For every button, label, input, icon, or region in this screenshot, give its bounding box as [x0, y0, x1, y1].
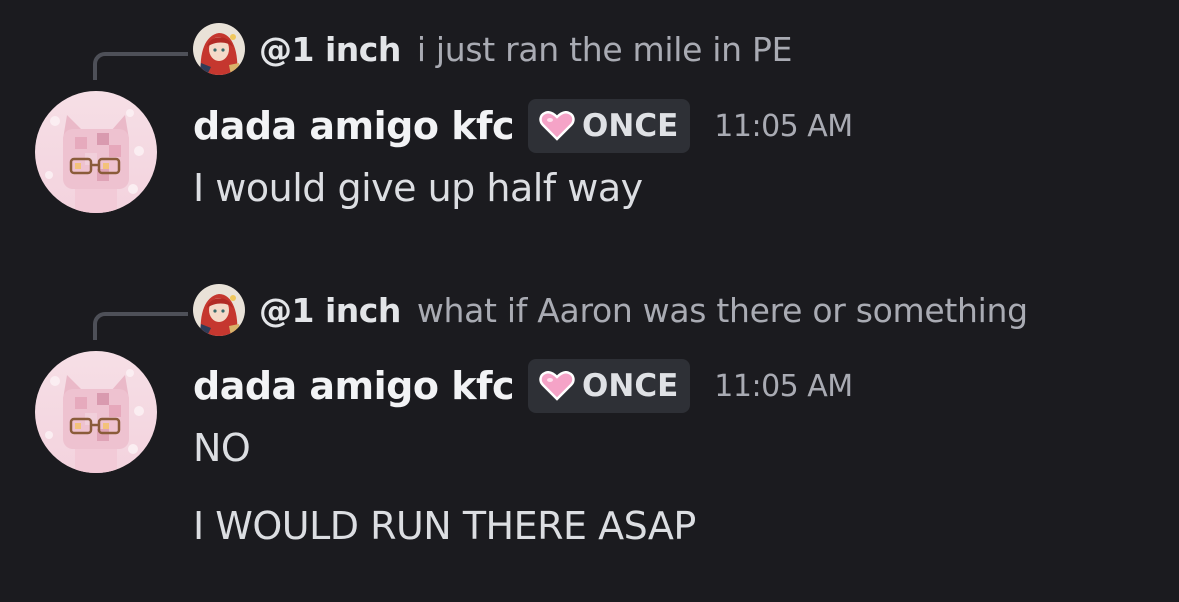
reply-preview[interactable]: @1 inch what if Aaron was there or somet… — [193, 283, 1028, 337]
pink-heart-icon — [538, 110, 576, 142]
reply-connector — [93, 312, 188, 340]
pink-heart-icon — [538, 370, 576, 402]
reply-connector — [93, 52, 188, 80]
reply-text[interactable]: what if Aaron was there or something — [417, 291, 1028, 330]
reply-author-name[interactable]: @1 inch — [259, 30, 401, 69]
message-content: I WOULD RUN THERE ASAP — [193, 504, 696, 548]
server-tag[interactable]: ONCE — [528, 359, 691, 413]
author-avatar[interactable] — [35, 91, 157, 213]
message-content: NO — [193, 426, 251, 470]
message-content: I would give up half way — [193, 166, 643, 210]
reply-author-name[interactable]: @1 inch — [259, 291, 401, 330]
server-tag-label: ONCE — [582, 368, 679, 404]
reply-author-avatar[interactable] — [193, 23, 245, 75]
reply-text[interactable]: i just ran the mile in PE — [417, 30, 793, 69]
reply-author-avatar[interactable] — [193, 284, 245, 336]
reply-preview[interactable]: @1 inch i just ran the mile in PE — [193, 22, 792, 76]
author-avatar[interactable] — [35, 351, 157, 473]
message-timestamp[interactable]: 11:05 AM — [714, 369, 853, 404]
author-name[interactable]: dada amigo kfc — [193, 364, 515, 408]
author-name[interactable]: dada amigo kfc — [193, 104, 515, 148]
message-header: dada amigo kfc ONCE 11:05 AM — [193, 96, 853, 156]
server-tag[interactable]: ONCE — [528, 99, 691, 153]
message-timestamp[interactable]: 11:05 AM — [714, 109, 853, 144]
message-header: dada amigo kfc ONCE 11:05 AM — [193, 356, 853, 416]
server-tag-label: ONCE — [582, 108, 679, 144]
